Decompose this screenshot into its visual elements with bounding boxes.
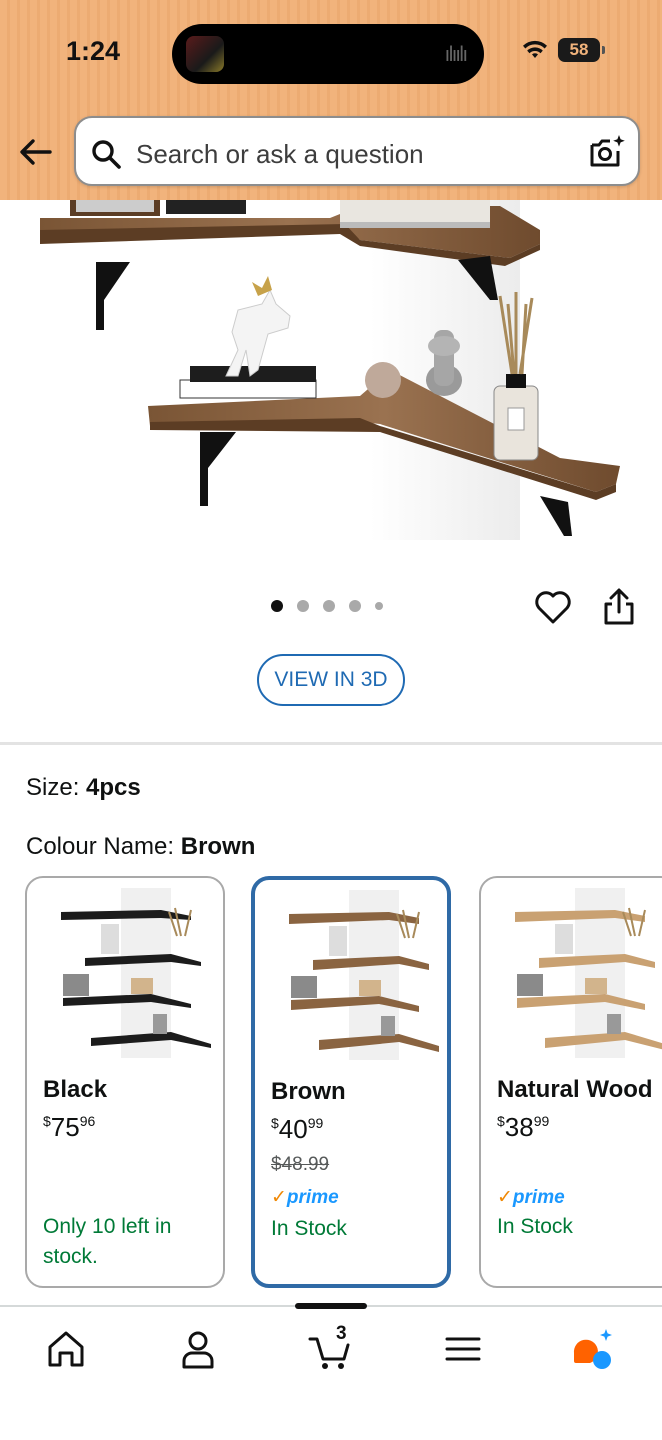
search-input[interactable]: Search or ask a question: [136, 139, 424, 170]
colour-thumbnail-black: [61, 888, 211, 1058]
carousel-dot[interactable]: [323, 600, 335, 612]
prime-badge: ✓prime: [271, 1186, 339, 1209]
prime-check-icon: ✓: [497, 1187, 513, 1208]
share-icon[interactable]: [602, 588, 636, 626]
colour-card-natural-wood[interactable]: Natural Wood $3899 ✓prime In Stock: [479, 876, 662, 1288]
nav-active-indicator: [295, 1303, 367, 1309]
prime-badge: ✓prime: [497, 1186, 565, 1209]
colour-name: Brown: [271, 1078, 346, 1105]
colour-card-brown[interactable]: Brown $4099 $48.99 ✓prime In Stock: [251, 876, 451, 1288]
currency-symbol: $: [43, 1113, 51, 1129]
size-label: Size:: [26, 774, 80, 801]
colour-card-black[interactable]: Black $7596 Only 10 left in stock.: [25, 876, 225, 1288]
price: $4099: [271, 1114, 323, 1145]
stock-line: Only 10 left in: [43, 1215, 172, 1238]
audio-wave-icon: ılıılı: [444, 42, 468, 66]
search-icon: [92, 140, 121, 169]
search-bar[interactable]: Search or ask a question: [74, 116, 640, 186]
price-dollars: 40: [278, 1114, 308, 1144]
colour-thumbnail-brown: [289, 890, 439, 1060]
battery-icon: 58: [558, 38, 605, 62]
carousel-dot[interactable]: [349, 600, 361, 612]
prime-label: prime: [286, 1187, 339, 1208]
stock-status: In Stock: [497, 1215, 573, 1238]
price-cents: 99: [307, 1115, 324, 1131]
size-selector: Size: 4pcs: [26, 774, 141, 802]
carousel-dot[interactable]: [297, 600, 309, 612]
currency-symbol: $: [271, 1115, 279, 1131]
prime-check-icon: ✓: [271, 1187, 287, 1208]
cart-count-badge: 3: [336, 1323, 347, 1344]
stock-status: Only 10 left in stock.: [43, 1212, 171, 1272]
stock-status: In Stock: [271, 1217, 347, 1240]
colour-selector: Colour Name: Brown: [26, 833, 255, 861]
back-arrow-icon[interactable]: [16, 132, 56, 172]
colour-thumbnail-natural-wood: [515, 888, 662, 1058]
carousel-dot[interactable]: [375, 602, 383, 610]
price-cents: 99: [533, 1113, 550, 1129]
colour-label: Colour Name:: [26, 833, 175, 860]
price-dollars: 38: [504, 1112, 534, 1142]
home-icon[interactable]: [44, 1327, 88, 1371]
colour-name: Black: [43, 1076, 108, 1103]
view-in-3d-button[interactable]: VIEW IN 3D: [257, 654, 405, 706]
wifi-icon: [523, 40, 547, 58]
bottom-navigation: 3: [0, 1305, 662, 1440]
size-value: 4pcs: [86, 774, 141, 801]
price: $7596: [43, 1112, 95, 1143]
colour-name: Natural Wood: [497, 1076, 653, 1103]
top-header: 1:24 ılıılı 58 Search or ask a question: [0, 0, 662, 200]
currency-symbol: $: [497, 1113, 505, 1129]
price-dollars: 75: [50, 1112, 80, 1142]
cart-button[interactable]: 3: [308, 1323, 352, 1371]
section-divider: [0, 742, 662, 745]
status-time: 1:24: [66, 36, 121, 66]
dynamic-island: ılıılı: [172, 24, 484, 84]
was-price: $48.99: [271, 1154, 330, 1175]
carousel-dot-active[interactable]: [271, 600, 283, 612]
colour-value: Brown: [180, 833, 256, 860]
price: $3899: [497, 1112, 549, 1143]
now-playing-artwork: [186, 36, 224, 72]
status-icons: 58: [522, 38, 605, 62]
account-icon[interactable]: [176, 1327, 220, 1371]
product-image[interactable]: [0, 200, 662, 560]
menu-icon[interactable]: [441, 1327, 485, 1371]
rufus-assistant-icon[interactable]: [570, 1327, 614, 1371]
stock-line: stock.: [43, 1245, 98, 1268]
prime-label: prime: [512, 1187, 565, 1208]
camera-search-icon[interactable]: [588, 133, 626, 171]
image-carousel-dots[interactable]: [271, 600, 383, 612]
price-cents: 96: [79, 1113, 96, 1129]
wishlist-heart-icon[interactable]: [534, 588, 572, 626]
